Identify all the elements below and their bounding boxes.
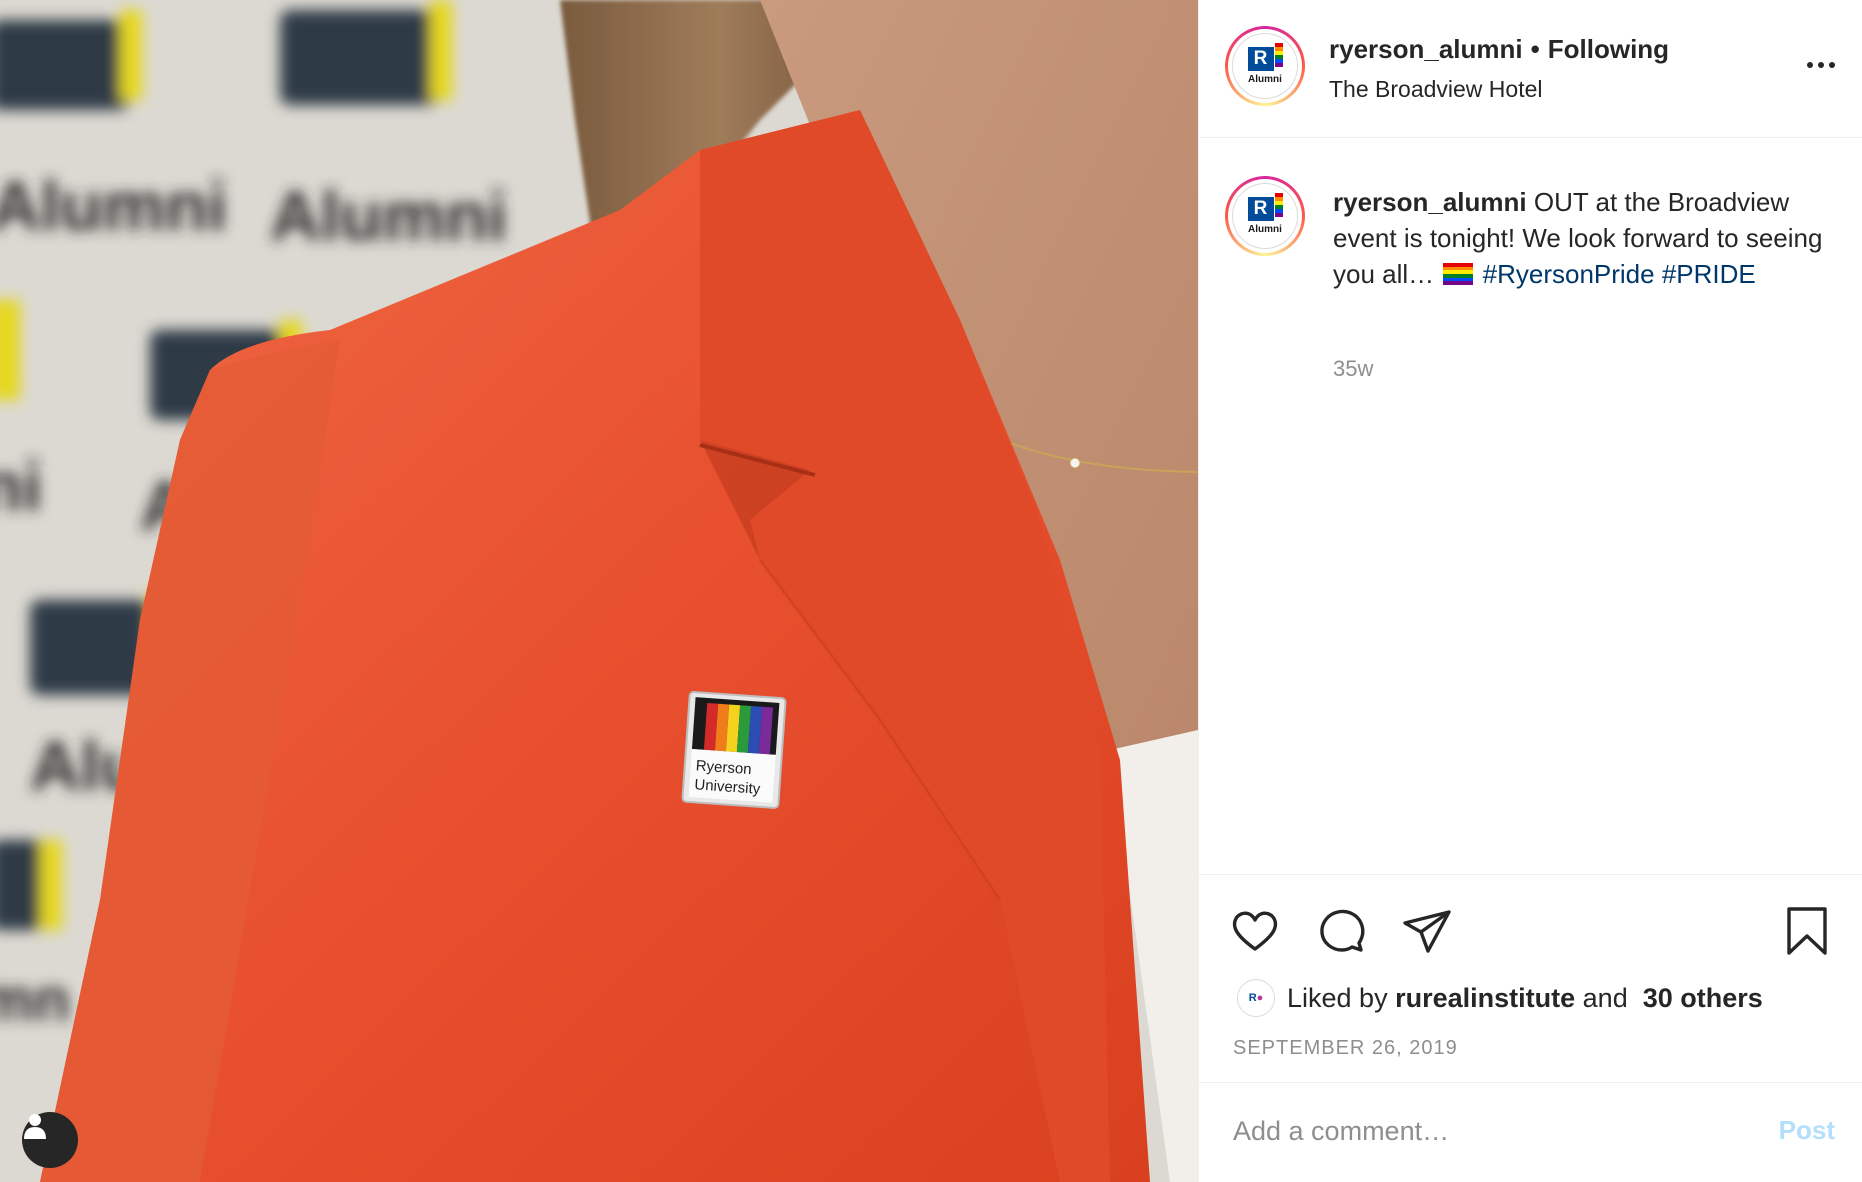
comment-bar: Post — [1199, 1082, 1862, 1182]
ryerson-logo-icon: R — [1247, 43, 1283, 71]
location-link[interactable]: The Broadview Hotel — [1329, 76, 1543, 103]
following-button[interactable]: Following — [1548, 34, 1669, 64]
post-comment-button[interactable]: Post — [1779, 1115, 1835, 1146]
rurealinstitute-logo-icon: R — [1248, 992, 1257, 1004]
likes-others-link[interactable]: 30 others — [1643, 983, 1763, 1014]
post-caption: ryerson_alumni OUT at the Broadview even… — [1333, 184, 1843, 292]
hashtag-link[interactable]: #RyersonPride — [1483, 259, 1655, 289]
rainbow-flag-icon — [1443, 263, 1474, 285]
liker-username-link[interactable]: rurealinstitute — [1395, 983, 1575, 1014]
post-date[interactable]: SEPTEMBER 26, 2019 — [1233, 1037, 1458, 1060]
svg-text:ni: ni — [0, 447, 42, 525]
svg-text:Alumni: Alumni — [270, 177, 507, 255]
tagged-users-button[interactable] — [22, 1112, 78, 1168]
more-options-button[interactable] — [1801, 50, 1841, 80]
post-side-panel: R Alumni ryerson_alumni • Following The Br… — [1198, 0, 1862, 1182]
bookmark-icon[interactable] — [1779, 903, 1835, 959]
separator-dot: • — [1530, 34, 1540, 64]
caption-username-link[interactable]: ryerson_alumni — [1333, 187, 1527, 217]
author-avatar[interactable]: R Alumni — [1225, 26, 1305, 106]
liker-avatar[interactable]: R ● — [1237, 979, 1275, 1017]
likes-prefix: Liked by — [1287, 982, 1388, 1013]
author-username-link[interactable]: ryerson_alumni — [1329, 34, 1523, 64]
comment-input[interactable] — [1233, 1107, 1733, 1155]
post-photo[interactable]: Alumni Alumni ni Al Alu mn — [0, 0, 1198, 1182]
caption-author-avatar[interactable]: R Alumni — [1225, 176, 1305, 256]
likes-summary: R ● Liked by rurealinstitute and 30 other… — [1237, 979, 1763, 1017]
heart-icon[interactable] — [1227, 903, 1283, 959]
paper-plane-icon[interactable] — [1399, 903, 1455, 959]
photo-scene: Alumni Alumni ni Al Alu mn — [0, 0, 1198, 1182]
user-icon — [24, 1114, 46, 1139]
caption-age[interactable]: 35w — [1333, 356, 1373, 382]
likes-conjunction: and — [1582, 982, 1628, 1013]
pride-pin: Ryerson University — [681, 690, 787, 809]
comment-icon[interactable] — [1313, 903, 1369, 959]
ryerson-logo-icon: R — [1247, 193, 1283, 221]
post-header: R Alumni ryerson_alumni • Following The Br… — [1199, 0, 1862, 138]
header-title-row: ryerson_alumni • Following — [1329, 34, 1669, 65]
hashtag-link[interactable]: #PRIDE — [1662, 259, 1756, 289]
svg-text:Alumni: Alumni — [0, 167, 227, 245]
more-icon — [1807, 62, 1835, 68]
post-actions: R ● Liked by rurealinstitute and 30 other… — [1199, 874, 1862, 1100]
svg-text:mn: mn — [0, 966, 70, 1033]
